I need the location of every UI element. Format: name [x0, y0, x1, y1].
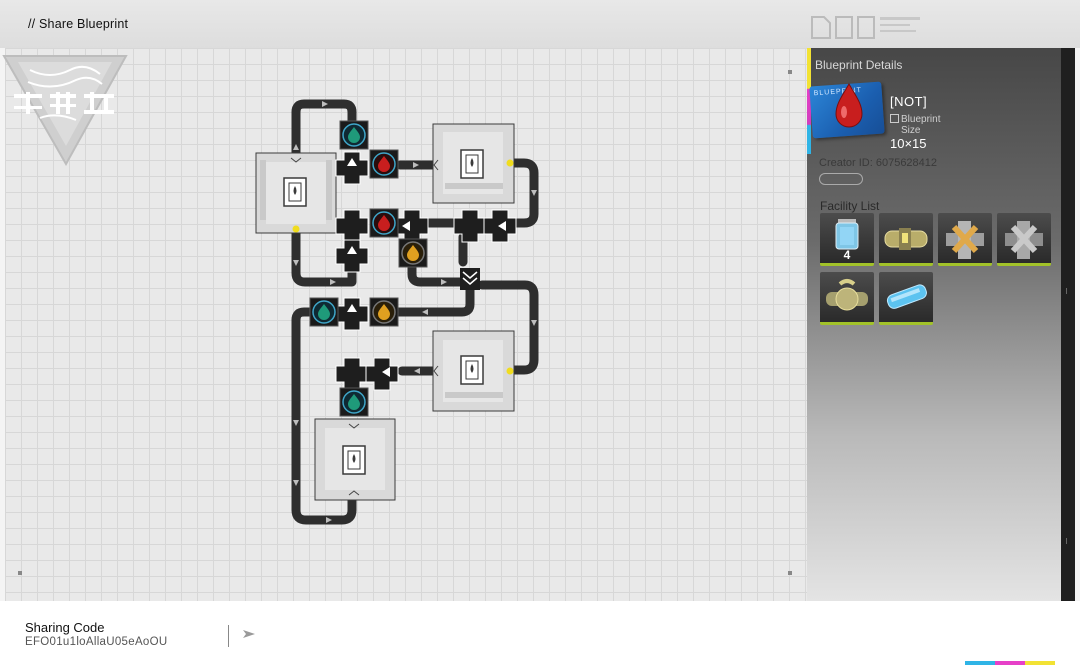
- facility-item-pipe-junction[interactable]: [820, 272, 874, 325]
- panel-title: Blueprint Details: [815, 58, 903, 72]
- facility-item-pipe-cross-splitter[interactable]: [938, 213, 992, 266]
- facility-item-pipe-cross-merger[interactable]: [997, 213, 1051, 266]
- merger-node: [460, 268, 480, 290]
- brand-mark-icon: [811, 16, 920, 39]
- sharing-code-label: Sharing Code: [25, 620, 105, 635]
- facility-count: 4: [843, 248, 851, 262]
- size-sublabel: Size: [901, 125, 921, 136]
- pump-valve-red[interactable]: [369, 208, 399, 238]
- sharing-code-value[interactable]: EFO01u1loAllaU05eAoOU: [25, 636, 167, 648]
- machine-block[interactable]: [314, 418, 396, 501]
- blueprint-name: [NOT]: [890, 94, 928, 109]
- pipe-junction-icon: [826, 279, 868, 311]
- facility-item-glass-tube[interactable]: [879, 272, 933, 325]
- pump-valve-green[interactable]: [339, 120, 369, 150]
- pump-valve-red[interactable]: [369, 149, 399, 179]
- machine-block[interactable]: [432, 123, 515, 204]
- machine-block[interactable]: [432, 330, 515, 412]
- facility-item-pipe-straight[interactable]: [879, 213, 933, 266]
- canvas-corner-marker: [788, 70, 792, 74]
- creator-tag[interactable]: [819, 173, 863, 185]
- panel-scrollbar[interactable]: [1061, 48, 1075, 601]
- facility-list-title: Facility List: [820, 199, 880, 213]
- pump-valve-amber[interactable]: [398, 238, 428, 268]
- size-value: 10×15: [890, 136, 927, 151]
- pump-valve-amber[interactable]: [369, 297, 399, 327]
- fluid-drop-icon: [835, 83, 863, 128]
- pump-valve-green[interactable]: [339, 387, 369, 417]
- game-logo-emblem: [2, 55, 128, 166]
- size-label: Blueprint: [901, 114, 941, 125]
- facility-item-canister[interactable]: 4: [820, 213, 874, 266]
- pump-valve-green[interactable]: [309, 297, 339, 327]
- resize-icon: [890, 114, 899, 123]
- bottom-bar: [0, 601, 1080, 665]
- divider: [228, 625, 229, 647]
- pipe-merger-icon: [1005, 221, 1043, 259]
- pipe-straight-icon: [884, 228, 928, 250]
- canvas-corner-marker: [18, 571, 22, 575]
- pipe-cross-icon: [946, 221, 984, 259]
- send-icon[interactable]: [242, 629, 256, 639]
- canvas-corner-marker: [788, 571, 792, 575]
- glass-tube-icon: [886, 284, 927, 309]
- creator-id: Creator ID: 6075628412: [819, 157, 938, 169]
- machine-block[interactable]: [255, 152, 337, 234]
- page-title: // Share Blueprint: [28, 17, 129, 31]
- brand-color-strip: [965, 661, 1055, 665]
